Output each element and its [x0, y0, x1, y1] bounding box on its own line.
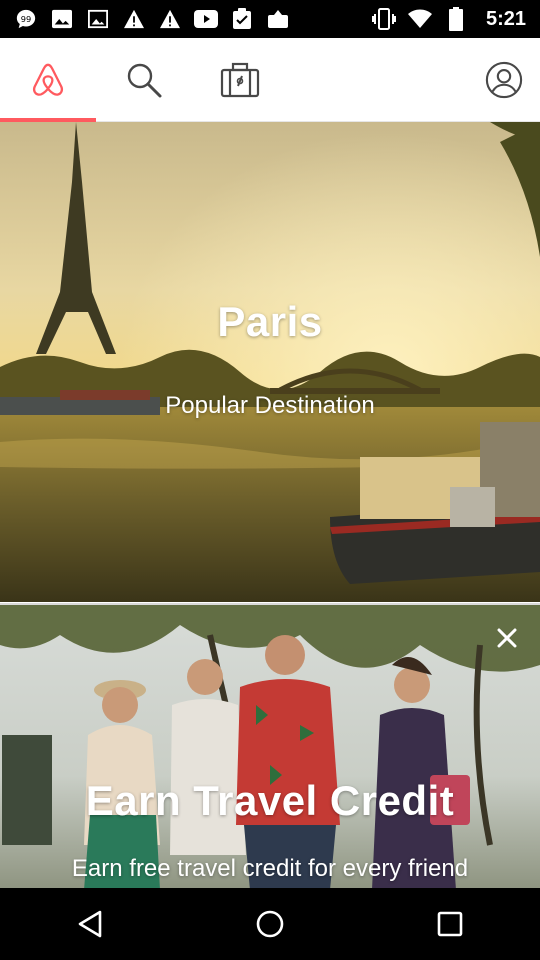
tab-trips[interactable]: [192, 38, 288, 122]
notification-icons: 99: [14, 7, 290, 31]
vibrate-icon: [371, 7, 396, 31]
airbnb-logo-icon: [32, 63, 64, 96]
profile-icon: [485, 61, 523, 99]
home-button[interactable]: [240, 894, 300, 954]
destination-title: Paris: [217, 298, 323, 345]
promo-card[interactable]: Earn Travel Credit Earn free travel cred…: [0, 603, 540, 888]
tab-search[interactable]: [96, 38, 192, 122]
svg-text:99: 99: [21, 14, 32, 24]
image-icon: [50, 7, 74, 31]
wifi-icon: [407, 7, 432, 31]
system-status: 5:21: [371, 7, 526, 31]
image-icon: [86, 7, 110, 31]
close-button[interactable]: [492, 623, 522, 653]
back-icon: [78, 910, 102, 938]
battery-icon: [444, 7, 468, 31]
promo-title: Earn Travel Credit: [85, 777, 455, 824]
paris-photo: [0, 122, 540, 602]
clock: 5:21: [485, 7, 526, 30]
close-icon: [497, 628, 517, 648]
warning-icon: [122, 7, 146, 31]
search-icon: [127, 63, 162, 98]
destination-subtitle: Popular Destination: [165, 392, 375, 419]
warning-icon: [158, 7, 182, 31]
destination-card[interactable]: Paris Popular Destination: [0, 122, 540, 602]
status-bar: 99 5:21: [0, 0, 540, 38]
recents-button[interactable]: [420, 894, 480, 954]
suitcase-icon: [220, 62, 260, 98]
top-nav: [0, 38, 540, 122]
clipboard-check-icon: [230, 7, 254, 31]
upload-icon: [266, 7, 290, 31]
home-circle-icon: [256, 910, 284, 938]
chat-icon: 99: [14, 7, 38, 31]
back-button[interactable]: [60, 894, 120, 954]
app-screen: 99 5:21 Paris Popular Destination Earn T…: [0, 0, 540, 960]
tab-profile[interactable]: [468, 38, 540, 122]
youtube-icon: [194, 7, 218, 31]
tab-home[interactable]: [0, 38, 96, 122]
promo-subtitle: Earn free travel credit for every friend: [71, 855, 469, 882]
friends-photo: [0, 605, 540, 888]
system-nav-bar: [0, 888, 540, 960]
recents-icon: [437, 911, 463, 937]
